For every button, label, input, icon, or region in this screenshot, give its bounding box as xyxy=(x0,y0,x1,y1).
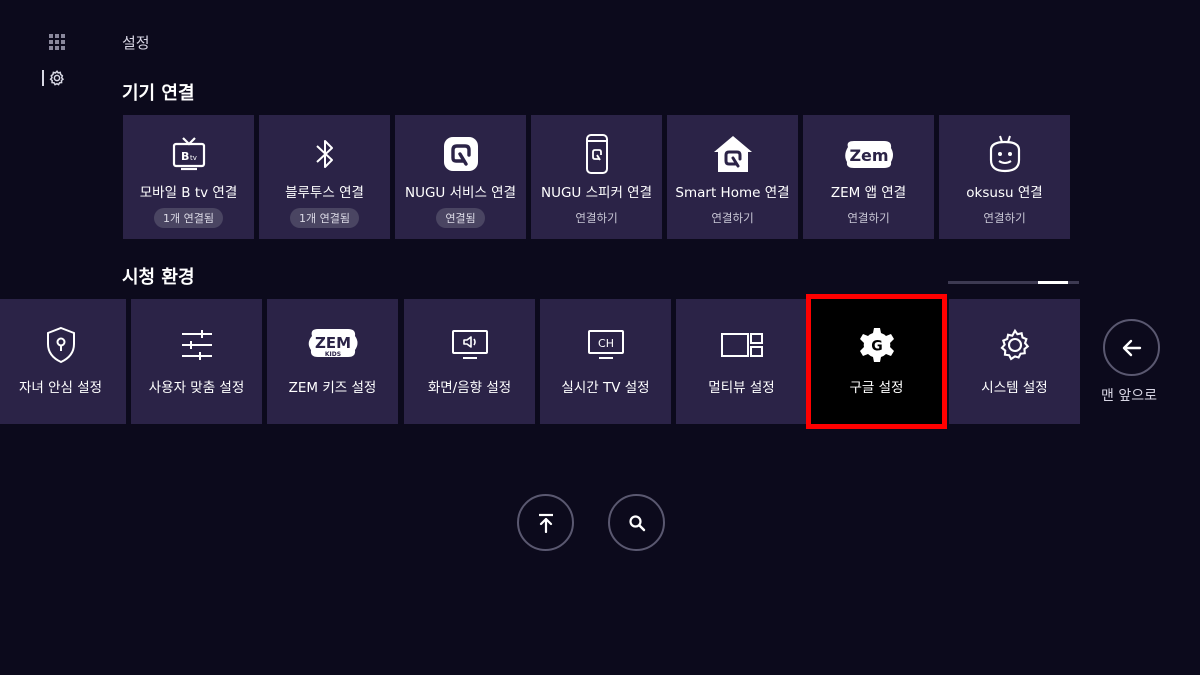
oksusu-icon xyxy=(989,135,1020,173)
svg-text:G: G xyxy=(871,339,883,355)
tile-oksusu[interactable]: oksusu 연결 연결하기 xyxy=(939,115,1070,239)
active-indicator xyxy=(42,70,44,86)
channel-icon: CH xyxy=(587,330,624,359)
bluetooth-icon xyxy=(315,140,333,168)
nugu-icon xyxy=(443,137,478,171)
tile-bluetooth[interactable]: 블루투스 연결 1개 연결됨 xyxy=(259,115,390,239)
status-badge: 1개 연결됨 xyxy=(154,208,223,228)
nugu-speaker-icon xyxy=(585,134,608,174)
status-badge: 1개 연결됨 xyxy=(290,208,359,228)
gear-icon xyxy=(999,328,1029,361)
tile-label: 시스템 설정 xyxy=(981,380,1048,396)
tile-label: NUGU 서비스 연결 xyxy=(404,185,516,201)
shield-lock-icon xyxy=(46,326,75,364)
search-button[interactable] xyxy=(608,494,665,551)
sidebar-item-settings[interactable] xyxy=(42,68,68,90)
tile-label: ZEM 앱 연결 xyxy=(830,185,907,201)
tile-label: oksusu 연결 xyxy=(966,185,1043,201)
status-text: 연결하기 xyxy=(575,211,618,225)
multiview-icon xyxy=(720,333,763,357)
tile-multiview[interactable]: 멀티뷰 설정 xyxy=(676,299,807,424)
tile-user-custom[interactable]: 사용자 맞춤 설정 xyxy=(131,299,262,424)
status-text: 연결하기 xyxy=(983,211,1026,225)
scroll-thumb xyxy=(1038,281,1068,284)
tile-system-settings[interactable]: 시스템 설정 xyxy=(949,299,1080,424)
tile-screen-sound[interactable]: 화면/음향 설정 xyxy=(404,299,535,424)
tile-label: 실시간 TV 설정 xyxy=(561,380,650,396)
tile-label: 멀티뷰 설정 xyxy=(708,380,775,396)
tile-label: 자녀 안심 설정 xyxy=(18,380,103,396)
tile-label: ZEM 키즈 설정 xyxy=(288,380,377,396)
smart-home-icon xyxy=(713,136,752,172)
tile-google-settings[interactable]: G 구글 설정 xyxy=(806,294,947,429)
arrow-left-icon xyxy=(1122,339,1141,356)
svg-text:B: B xyxy=(181,150,189,163)
tile-label: Smart Home 연결 xyxy=(675,185,790,201)
apps-grid-icon[interactable] xyxy=(48,33,66,51)
tile-label: 구글 설정 xyxy=(849,380,904,396)
viewing-section-title: 시청 환경 xyxy=(122,267,195,288)
svg-text:tv: tv xyxy=(190,154,197,162)
tile-zem-kids[interactable]: ZEM KIDS ZEM 키즈 설정 xyxy=(267,299,398,424)
google-gear-icon: G xyxy=(859,328,894,362)
tile-label: NUGU 스피커 연결 xyxy=(540,185,652,201)
tile-mobile-btv[interactable]: B tv 모바일 B tv 연결 1개 연결됨 xyxy=(123,115,254,239)
tile-label: 화면/음향 설정 xyxy=(427,380,512,396)
status-badge: 연결됨 xyxy=(436,208,485,228)
tile-nugu-speaker[interactable]: NUGU 스피커 연결 연결하기 xyxy=(531,115,662,239)
screen-sound-icon xyxy=(451,330,488,359)
go-to-front-button[interactable] xyxy=(1103,319,1160,376)
tile-nugu-service[interactable]: NUGU 서비스 연결 연결됨 xyxy=(395,115,526,239)
tile-parental-control[interactable]: 자녀 안심 설정 xyxy=(0,299,126,424)
zem-icon: Zem xyxy=(844,141,893,168)
arrow-to-top-icon xyxy=(538,513,553,533)
zem-kids-icon: ZEM KIDS xyxy=(308,329,357,358)
page-title: 설정 xyxy=(122,34,150,52)
channel-icon-text: CH xyxy=(598,337,614,350)
tile-label: 모바일 B tv 연결 xyxy=(139,185,238,201)
tile-zem-app[interactable]: Zem ZEM 앱 연결 연결하기 xyxy=(803,115,934,239)
status-text: 연결하기 xyxy=(711,211,754,225)
svg-text:Zem: Zem xyxy=(849,146,888,165)
tile-label: 블루투스 연결 xyxy=(285,185,364,201)
zem-kids-logo-text: ZEM xyxy=(314,334,350,352)
device-section-title: 기기 연결 xyxy=(122,83,195,104)
tile-live-tv[interactable]: CH 실시간 TV 설정 xyxy=(540,299,671,424)
btv-tv-icon: B tv xyxy=(172,137,205,171)
status-text: 연결하기 xyxy=(847,211,890,225)
tile-label: 사용자 맞춤 설정 xyxy=(148,380,245,396)
tile-smart-home[interactable]: Smart Home 연결 연결하기 xyxy=(667,115,798,239)
zem-kids-logo-sub: KIDS xyxy=(324,351,340,358)
gear-icon xyxy=(49,70,65,86)
search-icon xyxy=(628,514,645,531)
scroll-to-top-button[interactable] xyxy=(517,494,574,551)
go-to-front-label: 맨 앞으로 xyxy=(1101,388,1157,404)
sliders-icon xyxy=(181,330,212,360)
